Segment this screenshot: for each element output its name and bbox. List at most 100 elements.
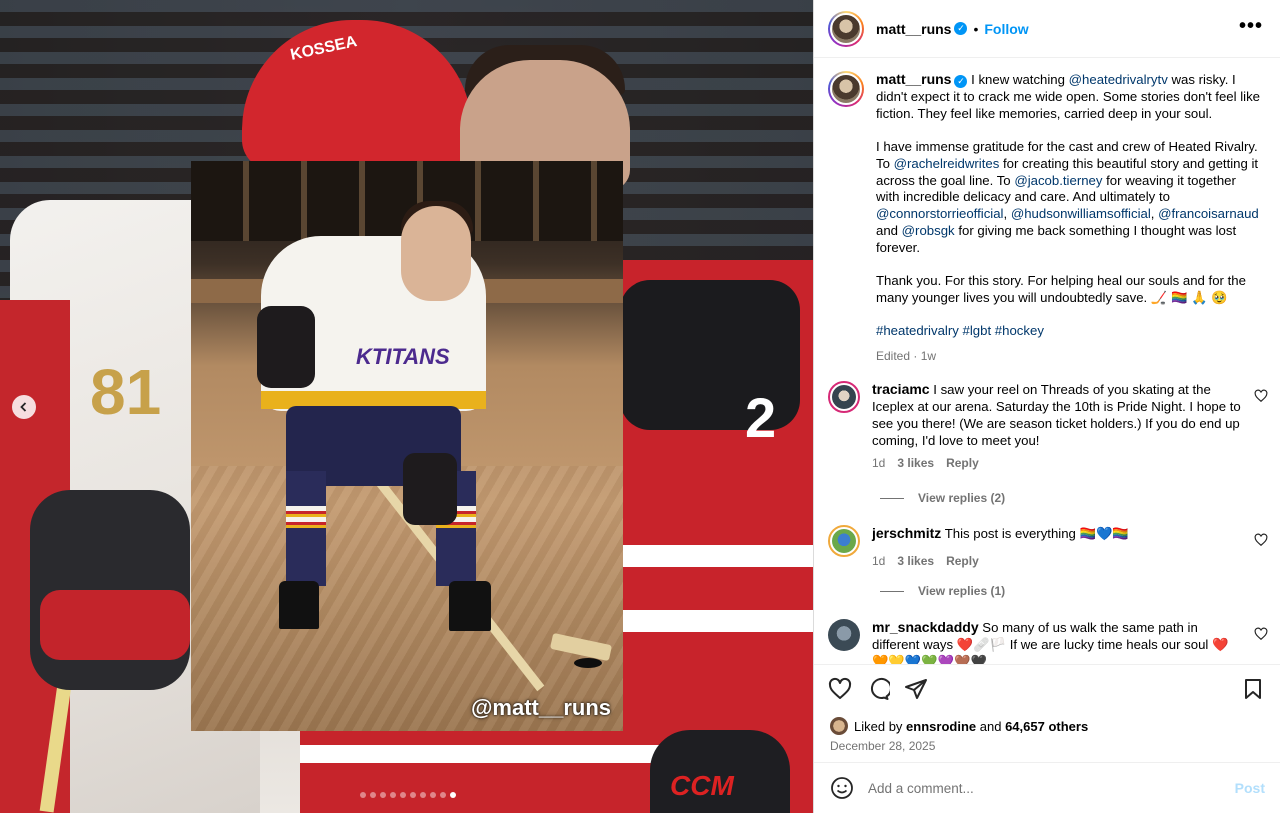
skate <box>279 581 319 629</box>
save-bookmark-icon[interactable] <box>1241 677 1265 701</box>
reply-button[interactable]: Reply <box>946 554 979 568</box>
comment-meta: 1d 3 likes Reply <box>872 455 1242 472</box>
add-comment-bar: Post <box>814 762 1280 813</box>
caption-hashtags: #heatedrivalry #lgbt #hockey <box>876 323 1260 340</box>
carousel-dot <box>360 792 366 798</box>
comment-age: 1d <box>872 554 886 568</box>
jersey-number-81: 81 <box>90 356 162 428</box>
commenter-username[interactable]: traciamc <box>872 381 930 397</box>
commenter-avatar[interactable] <box>828 525 860 557</box>
replies-line <box>880 497 904 499</box>
caption-text: , <box>1003 206 1011 222</box>
carousel-prev-button[interactable] <box>12 395 36 419</box>
carousel-dot <box>450 792 456 798</box>
jersey-logo: KTITANS <box>356 344 450 369</box>
caption-username[interactable]: matt__runs <box>876 71 951 87</box>
like-comment-heart-icon[interactable] <box>1254 533 1268 547</box>
mention-link[interactable]: @hudsonwilliamsofficial <box>1011 206 1151 221</box>
emoji-icon[interactable] <box>830 776 854 800</box>
liked-mid: and <box>979 718 1002 734</box>
carousel-dot <box>420 792 426 798</box>
like-comment-heart-icon[interactable] <box>1254 389 1268 403</box>
comment-age: 1d <box>872 456 886 470</box>
comment-item: mr_snackdaddy So many of us walk the sam… <box>828 619 1268 664</box>
author-username[interactable]: matt__runs <box>876 21 951 37</box>
post-media: 81 KOSSEA 2 CCM KTITANS @matt__runs <box>0 0 813 813</box>
skate <box>449 581 491 631</box>
mention-link[interactable]: @robsgk <box>902 223 955 238</box>
liker-username[interactable]: ennsrodine <box>906 719 976 734</box>
share-paper-plane-icon[interactable] <box>904 677 928 701</box>
caption-paragraph-3: Thank you. For this story. For helping h… <box>876 273 1246 305</box>
mention-link[interactable]: @jacob.tierney <box>1014 173 1102 188</box>
caption-paragraph-2: I have immense gratitude for the cast an… <box>876 139 1260 257</box>
view-replies-label: View replies (1) <box>918 584 1006 598</box>
verified-badge-icon: ✓ <box>954 74 968 88</box>
carousel-dot <box>390 792 396 798</box>
caption-text: I knew watching <box>971 72 1069 87</box>
commenter-avatar[interactable] <box>828 619 860 651</box>
caption-text: , <box>1150 206 1159 222</box>
comment-bubble-icon[interactable] <box>866 677 890 701</box>
chevron-left-icon <box>20 402 27 412</box>
comment-item: traciamc I saw your reel on Threads of y… <box>828 381 1268 472</box>
liked-prefix: Liked by <box>854 718 903 734</box>
comment-likes[interactable]: 3 likes <box>897 456 934 470</box>
mention-link[interactable]: @connorstorrieofficial <box>876 206 1004 221</box>
like-heart-icon[interactable] <box>828 677 852 701</box>
carousel-dot <box>370 792 376 798</box>
caption-author-avatar[interactable] <box>828 71 864 107</box>
comment-item: jerschmitz This post is everything 🏳️‍🌈💙… <box>828 525 1268 570</box>
jersey-stripe <box>620 545 813 567</box>
skater-glove <box>257 306 315 388</box>
caption-paragraph-1: matt__runs ✓ I knew watching @heatedrival… <box>876 71 1260 123</box>
reply-button[interactable]: Reply <box>946 456 979 470</box>
post-actions: Liked by ennsrodine and 64,657 others De… <box>814 664 1280 754</box>
likes-count[interactable]: 64,657 others <box>1005 719 1088 734</box>
skater-sock <box>286 471 326 586</box>
comments-section[interactable]: matt__runs ✓ I knew watching @heatedrival… <box>814 59 1280 664</box>
skater-head <box>401 206 471 301</box>
view-replies-button[interactable]: View replies (1) <box>880 584 1005 598</box>
view-replies-button[interactable]: View replies (2) <box>880 491 1005 505</box>
comment-likes[interactable]: 3 likes <box>897 554 934 568</box>
like-comment-heart-icon[interactable] <box>1254 627 1268 641</box>
follow-button[interactable]: Follow <box>984 21 1028 37</box>
comment-input[interactable] <box>868 780 1235 796</box>
hashtag-link[interactable]: #heatedrivalry <box>876 323 959 338</box>
post-sidebar: matt__runs ✓ • Follow ••• matt__runs ✓ I … <box>813 0 1280 813</box>
carousel-dots <box>360 792 456 798</box>
edited-label: Edited <box>876 348 911 363</box>
inset-photo: KTITANS @matt__runs <box>191 161 623 731</box>
commenter-username[interactable]: jerschmitz <box>872 525 941 541</box>
caption-text: and <box>876 223 902 239</box>
carousel-dot <box>430 792 436 798</box>
sock-stripes <box>286 506 326 528</box>
hashtag-link[interactable]: #hockey <box>995 323 1044 338</box>
post-header: matt__runs ✓ • Follow ••• <box>814 0 1280 58</box>
post-date: December 28, 2025 <box>830 739 936 753</box>
mention-link[interactable]: @rachelreidwrites <box>894 156 1000 171</box>
carousel-dot <box>400 792 406 798</box>
post-caption: matt__runs ✓ I knew watching @heatedrival… <box>828 71 1268 365</box>
author-avatar[interactable] <box>828 10 864 47</box>
post-comment-button[interactable]: Post <box>1235 780 1265 796</box>
carousel-dot <box>410 792 416 798</box>
comment-text: This post is everything 🏳️‍🌈💙🏳️‍🌈 <box>944 526 1129 541</box>
jersey-number-2: 2 <box>745 386 777 449</box>
puck <box>574 658 602 668</box>
comment-meta: 1d 3 likes Reply <box>872 553 1242 570</box>
replies-line <box>880 590 904 592</box>
separator-dot: • <box>973 20 979 37</box>
caption-age: 1w <box>920 348 937 363</box>
more-options-icon[interactable]: ••• <box>1239 16 1263 36</box>
carousel-dot <box>380 792 386 798</box>
mention-link[interactable]: @francoisarnaud <box>1158 206 1259 221</box>
commenter-username[interactable]: mr_snackdaddy <box>872 619 979 635</box>
hashtag-link[interactable]: #lgbt <box>963 323 992 338</box>
view-replies-label: View replies (2) <box>918 491 1006 505</box>
mention-link[interactable]: @heatedrivalrytv <box>1069 72 1168 87</box>
player-left-glove-cuff <box>40 590 190 660</box>
likes-summary[interactable]: Liked by ennsrodine and 64,657 others <box>830 717 1088 735</box>
commenter-avatar[interactable] <box>828 381 860 413</box>
